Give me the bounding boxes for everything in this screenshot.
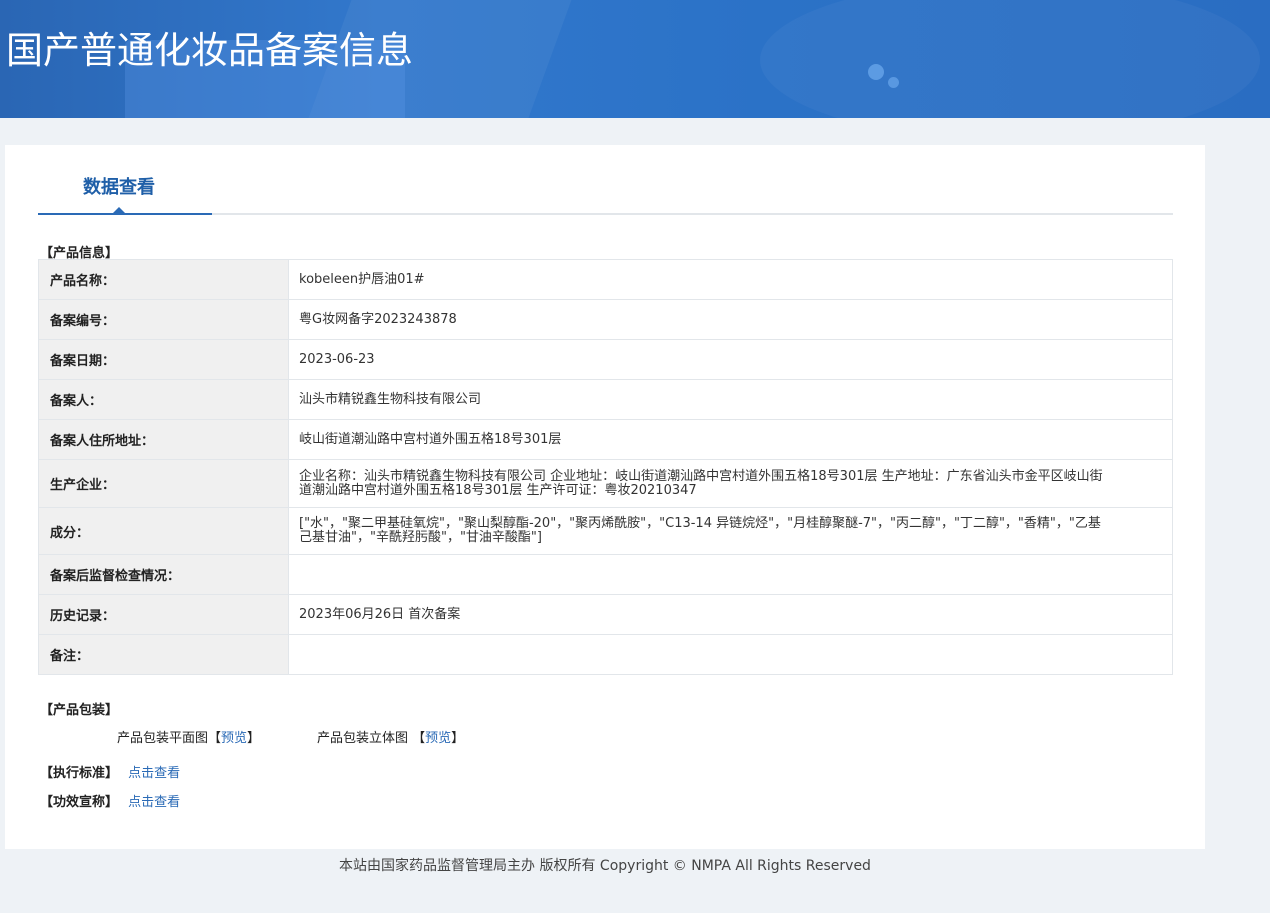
footer-copyright: 本站由国家药品监督管理局主办 版权所有 Copyright © NMPA All… xyxy=(339,858,871,874)
row-label: 备案人住所地址： xyxy=(38,419,289,460)
packaging-solid-label: 产品包装立体图 xyxy=(317,731,409,746)
packaging-flat-item: 产品包装平面图【预览】 xyxy=(117,731,261,746)
row-label: 生产企业： xyxy=(38,459,289,508)
row-value: 2023年06月26日 首次备案 xyxy=(288,594,1173,635)
row-label: 备案人： xyxy=(38,379,289,420)
page-title: 国产普通化妆品备案信息 xyxy=(6,29,413,72)
packaging-solid-item: 产品包装立体图 【预览】 xyxy=(317,731,465,746)
table-row: 历史记录： 2023年06月26日 首次备案 xyxy=(38,594,1173,635)
row-value: 岐山街道潮汕路中宫村道外围五格18号301层 xyxy=(288,419,1173,460)
table-row: 生产企业： 企业名称：汕头市精锐鑫生物科技有限公司 企业地址：岐山街道潮汕路中宫… xyxy=(38,459,1173,508)
table-row: 备注： xyxy=(38,634,1173,675)
tab-bar: 数据查看 xyxy=(38,145,1173,215)
packaging-title: 【产品包装】 xyxy=(40,703,119,718)
header-banner: 国产普通化妆品备案信息 xyxy=(0,0,1270,118)
packaging-flat-preview-link[interactable]: 预览 xyxy=(221,731,247,746)
tab-data-view[interactable]: 数据查看 xyxy=(38,145,212,215)
banner-dot xyxy=(888,77,899,88)
row-value: kobeleen护唇油01# xyxy=(288,259,1173,300)
row-value: 汕头市精锐鑫生物科技有限公司 xyxy=(288,379,1173,420)
standard-view-link[interactable]: 点击查看 xyxy=(128,766,180,781)
table-row: 备案编号： 粤G妆网备字2023243878 xyxy=(38,299,1173,340)
packaging-solid-preview-link[interactable]: 预览 xyxy=(425,731,451,746)
table-row: 备案人住所地址： 岐山街道潮汕路中宫村道外围五格18号301层 xyxy=(38,419,1173,460)
standard-label: 【执行标准】 xyxy=(40,766,119,781)
row-label: 成分： xyxy=(38,507,289,555)
row-value xyxy=(288,554,1173,595)
row-label: 产品名称： xyxy=(38,259,289,300)
row-value xyxy=(288,634,1173,675)
packaging-flat-label: 产品包装平面图 xyxy=(117,731,209,746)
row-value: ["水"，"聚二甲基硅氧烷"，"聚山梨醇酯-20"，"聚丙烯酰胺"，"C13-1… xyxy=(288,507,1173,555)
table-row: 产品名称： kobeleen护唇油01# xyxy=(38,259,1173,300)
table-row: 备案日期： 2023-06-23 xyxy=(38,339,1173,380)
row-label: 备注： xyxy=(38,634,289,675)
standard-row: 【执行标准】 点击查看 xyxy=(40,762,180,781)
row-label: 备案后监督检查情况： xyxy=(38,554,289,595)
efficacy-label: 【功效宣称】 xyxy=(40,795,119,810)
banner-decoration xyxy=(760,0,1260,118)
row-value: 2023-06-23 xyxy=(288,339,1173,380)
row-value: 粤G妆网备字2023243878 xyxy=(288,299,1173,340)
efficacy-row: 【功效宣称】 点击查看 xyxy=(40,791,180,810)
content-panel: 数据查看 【产品信息】 产品名称： kobeleen护唇油01# 备案编号： 粤… xyxy=(5,145,1205,849)
product-info-table: 产品名称： kobeleen护唇油01# 备案编号： 粤G妆网备字2023243… xyxy=(38,259,1173,675)
row-label: 备案编号： xyxy=(38,299,289,340)
banner-dot xyxy=(868,64,884,80)
table-row: 备案人： 汕头市精锐鑫生物科技有限公司 xyxy=(38,379,1173,420)
table-row: 成分： ["水"，"聚二甲基硅氧烷"，"聚山梨醇酯-20"，"聚丙烯酰胺"，"C… xyxy=(38,507,1173,555)
tab-caret-icon xyxy=(113,207,125,213)
efficacy-view-link[interactable]: 点击查看 xyxy=(128,795,180,810)
row-label: 备案日期： xyxy=(38,339,289,380)
row-value: 企业名称：汕头市精锐鑫生物科技有限公司 企业地址：岐山街道潮汕路中宫村道外围五格… xyxy=(288,459,1173,508)
table-row: 备案后监督检查情况： xyxy=(38,554,1173,595)
row-label: 历史记录： xyxy=(38,594,289,635)
tab-label: 数据查看 xyxy=(83,177,155,198)
